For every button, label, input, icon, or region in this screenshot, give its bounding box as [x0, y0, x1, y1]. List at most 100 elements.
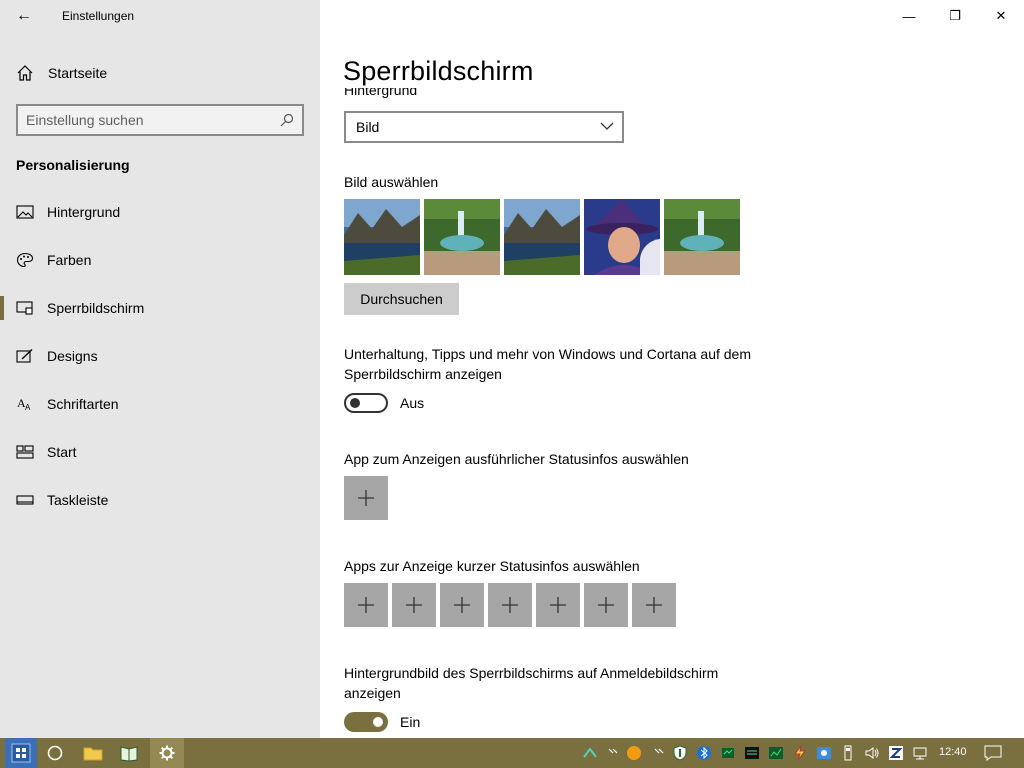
lock-screen-icon [16, 301, 33, 315]
choose-picture-label: Bild auswählen [344, 174, 439, 190]
taskbar-icon [16, 495, 34, 505]
section-title: Personalisierung [16, 157, 130, 173]
add-quick-status-app-button-7[interactable] [632, 583, 676, 627]
usb-drive-icon[interactable] [840, 745, 856, 761]
thumbnail-waterfall-2[interactable] [664, 199, 740, 275]
maximize-button[interactable]: ❐ [932, 0, 978, 32]
dropdown-value: Bild [356, 119, 380, 135]
bluetooth-icon[interactable] [696, 745, 712, 761]
plus-icon [358, 597, 374, 613]
signin-background-label: Hintergrundbild des Sperrbildschirms auf… [344, 665, 719, 701]
add-quick-status-app-button-5[interactable] [536, 583, 580, 627]
cortana-button[interactable] [40, 738, 70, 768]
folder-icon [83, 747, 103, 761]
page-title: Sperrbildschirm [343, 56, 534, 86]
home-nav-item[interactable]: Startseite [0, 56, 320, 90]
sidebar-item-label: Sperrbildschirm [47, 300, 145, 316]
sidebar-item-schriftarten[interactable]: A A Schriftarten [0, 384, 320, 424]
sidebar: ← Einstellungen Startseite Personalisier… [0, 0, 320, 738]
start-icon [16, 445, 34, 459]
svg-text:A: A [25, 403, 31, 412]
selection-indicator [0, 296, 4, 320]
orange-app-icon[interactable] [626, 745, 642, 761]
plus-icon [598, 597, 614, 613]
background-dropdown[interactable]: Bild [344, 111, 624, 143]
plus-icon [358, 490, 374, 506]
detailed-status-label: App zum Anzeigen ausführlicher Statusinf… [344, 451, 689, 467]
signin-background-toggle[interactable] [344, 712, 388, 732]
chevron-down-icon [600, 122, 614, 130]
add-quick-status-app-button-6[interactable] [584, 583, 628, 627]
sidebar-item-label: Taskleiste [47, 492, 109, 508]
thumbnail-lake[interactable] [344, 199, 420, 275]
taskbar-app-book[interactable] [114, 738, 144, 768]
book-icon [120, 746, 138, 762]
plus-icon [646, 597, 662, 613]
palette-icon [16, 252, 34, 268]
sidebar-item-label: Hintergrund [47, 204, 121, 220]
action-center-icon[interactable] [984, 745, 1002, 761]
remote-app-icon[interactable] [816, 745, 832, 761]
add-quick-status-app-button-1[interactable] [344, 583, 388, 627]
taskbar-explorer[interactable] [78, 738, 108, 768]
plus-icon [502, 597, 518, 613]
cortana-icon [47, 745, 63, 761]
window-controls: — ❐ ✕ [886, 0, 1024, 32]
network-icon[interactable] [912, 745, 928, 761]
sidebar-item-hintergrund[interactable]: Hintergrund [0, 192, 320, 232]
sidebar-item-designs[interactable]: Designs [0, 336, 320, 376]
add-quick-status-app-button-3[interactable] [440, 583, 484, 627]
plus-icon [406, 597, 422, 613]
thumbnail-witch[interactable] [584, 199, 660, 275]
brush-icon [16, 348, 33, 363]
taskbar-settings[interactable] [150, 738, 184, 768]
start-button[interactable] [5, 738, 37, 768]
taskbar: 12:40 [0, 738, 1024, 768]
volume-icon[interactable] [864, 745, 880, 761]
minimize-button[interactable]: — [886, 0, 932, 32]
sidebar-item-farben[interactable]: Farben [0, 240, 320, 280]
sidebar-item-start[interactable]: Start [0, 432, 320, 472]
terminal-app-icon[interactable] [744, 745, 760, 761]
main-content: Hintergrund — ❐ ✕ Sperrbildschirm Bild B… [320, 0, 1024, 738]
clock[interactable]: 12:40 [939, 746, 967, 758]
chevron-icon[interactable] [652, 745, 668, 761]
quick-status-label: Apps zur Anzeige kurzer Statusinfos ausw… [344, 558, 640, 574]
browse-button[interactable]: Durchsuchen [344, 283, 459, 315]
signin-background-state: Ein [400, 714, 421, 730]
fun-facts-toggle[interactable] [344, 393, 388, 413]
back-button[interactable]: ← [12, 6, 36, 26]
network-app-icon[interactable] [582, 745, 598, 761]
meter-app-icon[interactable] [720, 745, 736, 761]
monitor-app-icon[interactable] [768, 745, 784, 761]
search-icon[interactable] [280, 113, 294, 127]
flash-app-icon[interactable] [792, 745, 808, 761]
sidebar-item-taskleiste[interactable]: Taskleiste [0, 480, 320, 520]
windows-start-icon [11, 743, 31, 763]
plus-icon [454, 597, 470, 613]
thumbnail-lake-2[interactable] [504, 199, 580, 275]
search-input[interactable] [26, 110, 276, 130]
home-icon [17, 65, 33, 81]
search-box[interactable] [16, 104, 304, 136]
image-icon [16, 205, 34, 219]
add-detailed-status-app-button[interactable] [344, 476, 388, 520]
close-button[interactable]: ✕ [978, 0, 1024, 32]
gear-icon [159, 745, 175, 761]
plus-icon [550, 597, 566, 613]
sidebar-item-label: Schriftarten [47, 396, 119, 412]
sidebar-item-sperrbildschirm[interactable]: Sperrbildschirm [0, 288, 320, 328]
picture-thumbnails [344, 199, 740, 275]
add-quick-status-app-button-2[interactable] [392, 583, 436, 627]
shield-icon[interactable] [672, 745, 688, 761]
sidebar-item-label: Farben [47, 252, 92, 268]
add-quick-status-app-button-4[interactable] [488, 583, 532, 627]
fun-facts-state: Aus [400, 395, 425, 411]
fun-facts-label: Unterhaltung, Tipps und mehr von Windows… [344, 346, 752, 382]
home-label: Startseite [48, 65, 108, 81]
thumbnail-waterfall[interactable] [424, 199, 500, 275]
sidebar-item-label: Designs [47, 348, 98, 364]
chevron-icon[interactable] [606, 745, 622, 761]
z-app-icon[interactable] [888, 745, 904, 761]
title-bar: ← Einstellungen [0, 0, 320, 32]
